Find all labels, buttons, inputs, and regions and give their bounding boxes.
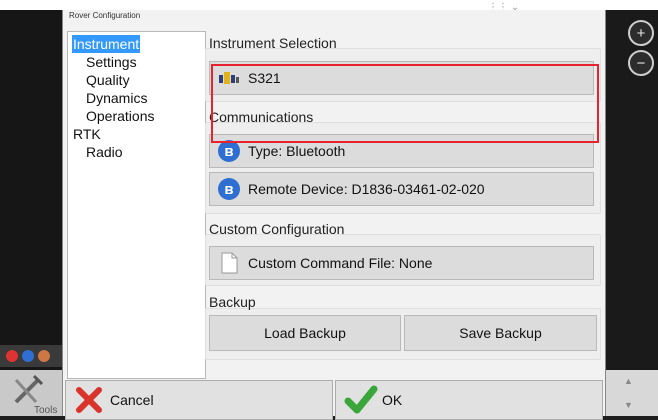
ok-label: OK [382, 392, 403, 408]
communication-type-value: Type: Bluetooth [248, 143, 346, 159]
bluetooth-tray-icon [22, 350, 34, 362]
remote-device-button[interactable]: ʙ Remote Device: D1836-03461-02-020 [209, 172, 594, 206]
scroll-up-icon[interactable]: ▲ [624, 376, 633, 386]
bluetooth-icon: ʙ [218, 140, 240, 162]
load-backup-button[interactable]: Load Backup [209, 315, 401, 351]
annotation-highlight-box [211, 64, 599, 143]
nav-item-instrument[interactable]: Instrument [72, 35, 141, 53]
backup-heading: Backup [209, 294, 256, 310]
status-red-icon [6, 350, 18, 362]
nav-item-operations[interactable]: Operations [85, 107, 155, 125]
bluetooth-icon: ʙ [218, 178, 240, 200]
cancel-icon [76, 387, 102, 413]
dialog-title: Rover Configuration [69, 11, 141, 20]
custom-command-file-value: Custom Command File: None [248, 255, 433, 271]
zoom-in-icon[interactable]: + [628, 20, 654, 46]
save-backup-button[interactable]: Save Backup [404, 315, 597, 351]
instrument-selection-heading: Instrument Selection [209, 35, 337, 51]
remote-device-value: Remote Device: D1836-03461-02-020 [248, 181, 485, 197]
background-scroll-strip[interactable]: ▲ ▼ [604, 370, 658, 416]
file-icon [221, 252, 238, 274]
background-map-left [0, 10, 62, 370]
tools-label: Tools [34, 405, 58, 416]
zoom-out-icon[interactable]: − [628, 50, 654, 76]
nav-item-dynamics[interactable]: Dynamics [85, 89, 148, 107]
tools-icon [14, 374, 44, 404]
battery-tray-icon [38, 350, 50, 362]
checkmark-icon [344, 385, 378, 414]
nav-tree[interactable]: Instrument Settings Quality Dynamics Ope… [67, 31, 206, 379]
custom-configuration-heading: Custom Configuration [209, 221, 345, 237]
cancel-button[interactable]: Cancel [65, 380, 333, 420]
nav-item-settings[interactable]: Settings [85, 53, 138, 71]
ok-button[interactable]: OK [335, 380, 603, 420]
nav-item-quality[interactable]: Quality [85, 71, 131, 89]
custom-command-file-button[interactable]: Custom Command File: None [209, 246, 594, 280]
scroll-down-icon[interactable]: ▼ [624, 400, 633, 410]
nav-item-rtk[interactable]: RTK [72, 125, 102, 143]
rover-configuration-dialog: Rover Configuration Instrument Settings … [62, 10, 606, 420]
background-window-top [0, 0, 658, 10]
cancel-label: Cancel [110, 392, 154, 408]
nav-item-radio[interactable]: Radio [85, 143, 124, 161]
